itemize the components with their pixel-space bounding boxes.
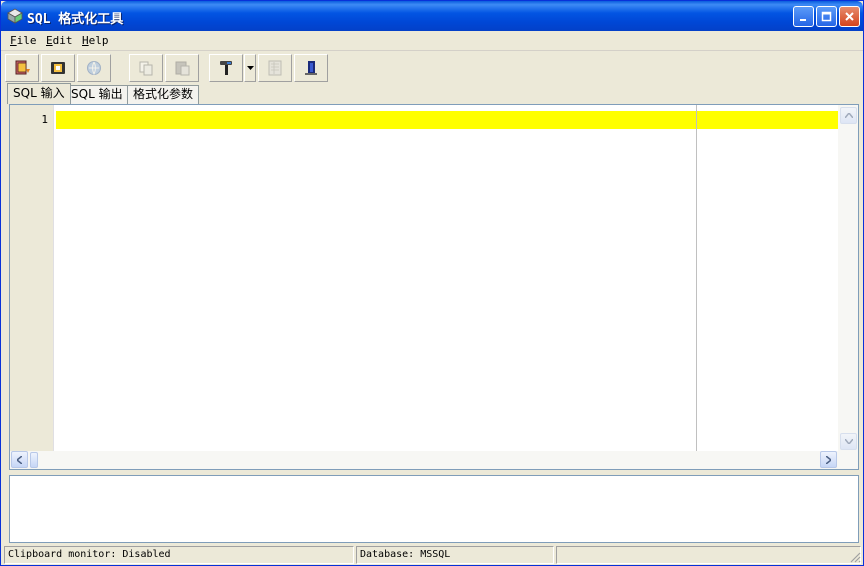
sql-input-editor[interactable]: 1 — [9, 104, 859, 470]
maximize-button[interactable] — [816, 6, 837, 27]
status-extra — [556, 546, 861, 564]
horizontal-scroll-thumb[interactable] — [30, 452, 38, 468]
tab-format-params[interactable]: 格式化参数 — [127, 85, 200, 104]
open-book-icon — [15, 60, 30, 75]
status-bar: Clipboard monitor: Disabled Database: MS… — [1, 545, 863, 565]
chevron-down-icon — [246, 65, 254, 70]
minimize-button[interactable] — [793, 6, 814, 27]
scroll-down-button[interactable] — [840, 433, 857, 450]
tab-sql-input[interactable]: SQL 输入 — [7, 83, 71, 104]
chevron-right-icon — [826, 455, 831, 464]
film-icon — [51, 62, 65, 74]
tab-sql-output[interactable]: SQL 输出 — [65, 85, 129, 104]
chevron-down-icon — [844, 439, 853, 444]
app-window: SQL 格式化工具 File Edit Help SQL 输入 SQL 输出 格… — [0, 0, 864, 566]
close-icon — [845, 12, 854, 21]
close-button[interactable] — [839, 6, 860, 27]
menu-file[interactable]: File — [10, 34, 37, 47]
message-output-pane[interactable] — [9, 475, 859, 543]
format-dropdown-button[interactable] — [244, 54, 256, 82]
window-title: SQL 格式化工具 — [27, 12, 124, 27]
current-line-highlight — [56, 111, 838, 129]
globe-icon — [87, 61, 101, 76]
right-margin-line — [696, 105, 697, 451]
scroll-right-button[interactable] — [820, 451, 837, 468]
horizontal-scrollbar[interactable] — [10, 451, 858, 469]
title-bar[interactable]: SQL 格式化工具 — [1, 1, 863, 31]
scroll-up-button[interactable] — [840, 107, 857, 124]
settings-button[interactable] — [258, 54, 292, 82]
exit-button[interactable] — [294, 54, 328, 82]
line-number-gutter: 1 — [10, 105, 54, 451]
save-button[interactable] — [41, 54, 75, 82]
grid-document-icon — [268, 60, 282, 76]
app-icon — [7, 8, 23, 24]
scroll-left-button[interactable] — [11, 451, 28, 468]
format-button[interactable] — [209, 54, 243, 82]
menu-edit[interactable]: Edit — [46, 34, 73, 47]
menu-bar: File Edit Help — [1, 31, 863, 51]
copy-icon — [139, 61, 153, 76]
open-button[interactable] — [5, 54, 39, 82]
door-exit-icon — [305, 61, 317, 75]
chevron-left-icon — [17, 455, 22, 464]
maximize-icon — [821, 11, 832, 22]
refresh-button[interactable] — [77, 54, 111, 82]
status-database: Database: MSSQL — [356, 546, 554, 564]
toolbar — [3, 53, 861, 83]
status-clipboard-monitor: Clipboard monitor: Disabled — [4, 546, 354, 564]
vertical-scrollbar[interactable] — [838, 105, 858, 451]
menu-help[interactable]: Help — [82, 34, 109, 47]
minimize-icon — [800, 19, 806, 21]
resize-grip-icon[interactable] — [849, 551, 861, 563]
chevron-up-icon — [844, 113, 853, 118]
paste-button[interactable] — [165, 54, 199, 82]
line-number: 1 — [41, 113, 48, 126]
paste-icon — [175, 61, 190, 76]
copy-button[interactable] — [129, 54, 163, 82]
hammer-icon — [220, 61, 232, 75]
